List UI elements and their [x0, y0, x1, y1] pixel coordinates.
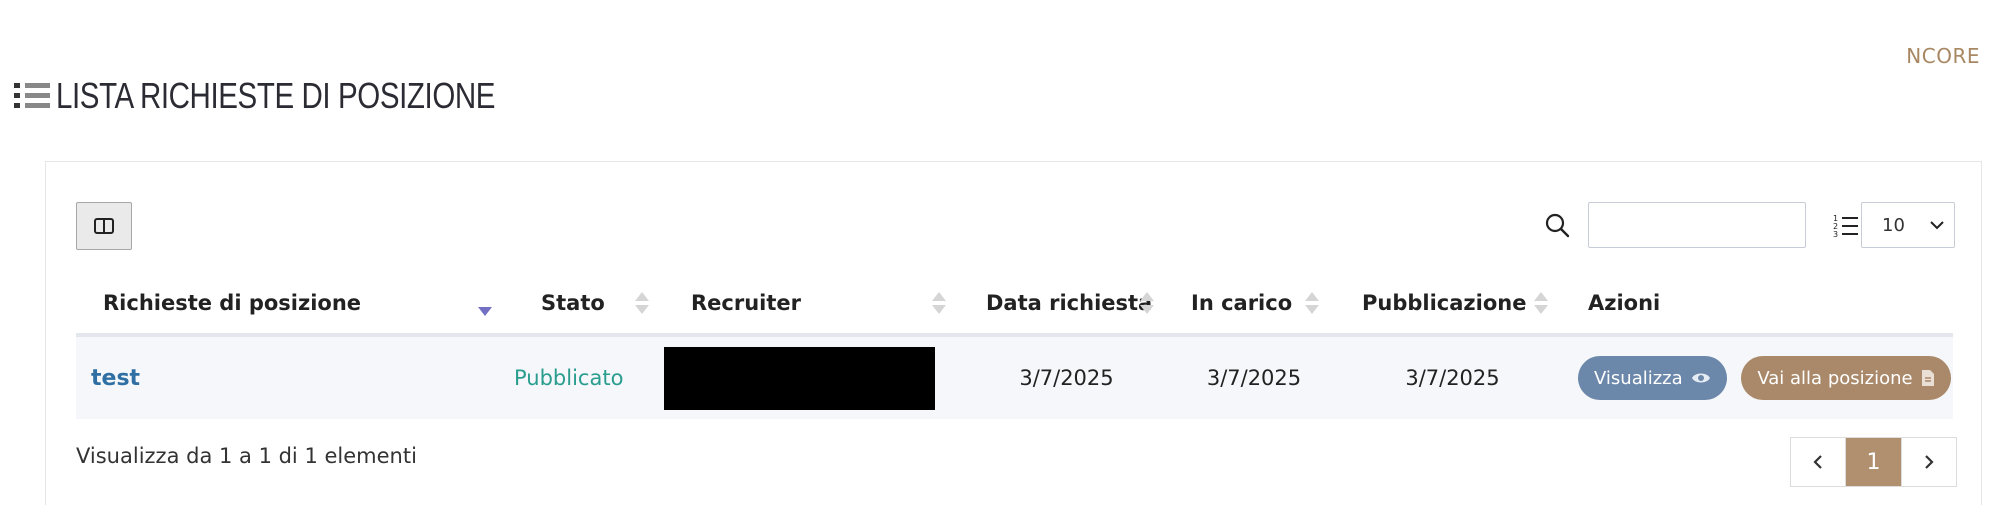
- requests-table: Richieste di posizione Stato Recruiter D…: [76, 272, 1953, 419]
- sort-icon: [932, 290, 946, 316]
- assigned-cell: 3/7/2025: [1206, 366, 1302, 390]
- sort-icon: [1534, 290, 1548, 316]
- page-length-value: 10: [1882, 214, 1905, 236]
- header-stato[interactable]: Stato: [514, 272, 664, 337]
- page-title: LISTA RICHIESTE DI POSIZIONE: [56, 75, 496, 116]
- sort-icon: [1140, 290, 1154, 316]
- header-richieste[interactable]: Richieste di posizione: [76, 272, 514, 337]
- svg-text:3: 3: [1833, 230, 1838, 238]
- sort-icon: [635, 290, 649, 316]
- header-recruiter[interactable]: Recruiter: [664, 272, 964, 337]
- table-panel: 1 2 3 10 Richieste di posizione Stato Re…: [45, 161, 1982, 505]
- cell-name: test: [76, 335, 514, 419]
- date-cell: 3/7/2025: [1019, 366, 1114, 390]
- search-icon: [1545, 213, 1570, 238]
- columns-icon: [94, 218, 114, 234]
- status-cell: Pubblicato: [514, 366, 624, 390]
- search-group: [1544, 202, 1806, 248]
- chevron-left-icon: [1813, 455, 1822, 469]
- page-length-group: 1 2 3 10: [1833, 202, 1955, 248]
- recruiter-cell: [664, 335, 964, 419]
- chevron-down-icon: [1930, 221, 1944, 230]
- page-1-button[interactable]: 1: [1846, 438, 1901, 486]
- sort-icon: [1305, 290, 1319, 316]
- column-visibility-button[interactable]: [76, 202, 132, 250]
- published-cell: 3/7/2025: [1405, 366, 1500, 390]
- eye-icon: [1691, 373, 1710, 383]
- list-icon: [14, 81, 50, 111]
- actions-cell: Visualizza Vai alla posizione: [1566, 335, 1953, 419]
- goto-button-label: Vai alla posizione: [1757, 367, 1913, 389]
- numbered-list-icon: 1 2 3: [1833, 214, 1858, 238]
- chevron-right-icon: [1925, 455, 1934, 469]
- table-info: Visualizza da 1 a 1 di 1 elementi: [76, 444, 417, 468]
- document-icon: [1921, 370, 1934, 386]
- page-length-select[interactable]: 10: [1861, 202, 1955, 248]
- view-button-label: Visualizza: [1594, 367, 1683, 389]
- page-header: LISTA RICHIESTE DI POSIZIONE: [14, 75, 591, 116]
- table-row: test Pubblicato 3/7/2025 3/7/2025 3/7/20…: [76, 335, 1953, 419]
- header-data-richiesta[interactable]: Data richiesta: [964, 272, 1169, 337]
- previous-page-button[interactable]: [1791, 438, 1846, 486]
- header-in-carico[interactable]: In carico: [1169, 272, 1339, 337]
- request-link[interactable]: test: [76, 366, 140, 391]
- top-link-ncore[interactable]: NCORE: [1906, 44, 1980, 68]
- goto-position-button[interactable]: Vai alla posizione: [1741, 356, 1951, 400]
- sort-active-icon: [478, 290, 492, 316]
- header-pubblicazione[interactable]: Pubblicazione: [1339, 272, 1566, 337]
- header-azioni: Azioni: [1566, 272, 1953, 337]
- redacted-block: [664, 346, 935, 410]
- next-page-button[interactable]: [1901, 438, 1956, 486]
- view-button[interactable]: Visualizza: [1578, 356, 1727, 400]
- pagination: 1: [1790, 437, 1957, 487]
- search-input[interactable]: [1588, 202, 1806, 248]
